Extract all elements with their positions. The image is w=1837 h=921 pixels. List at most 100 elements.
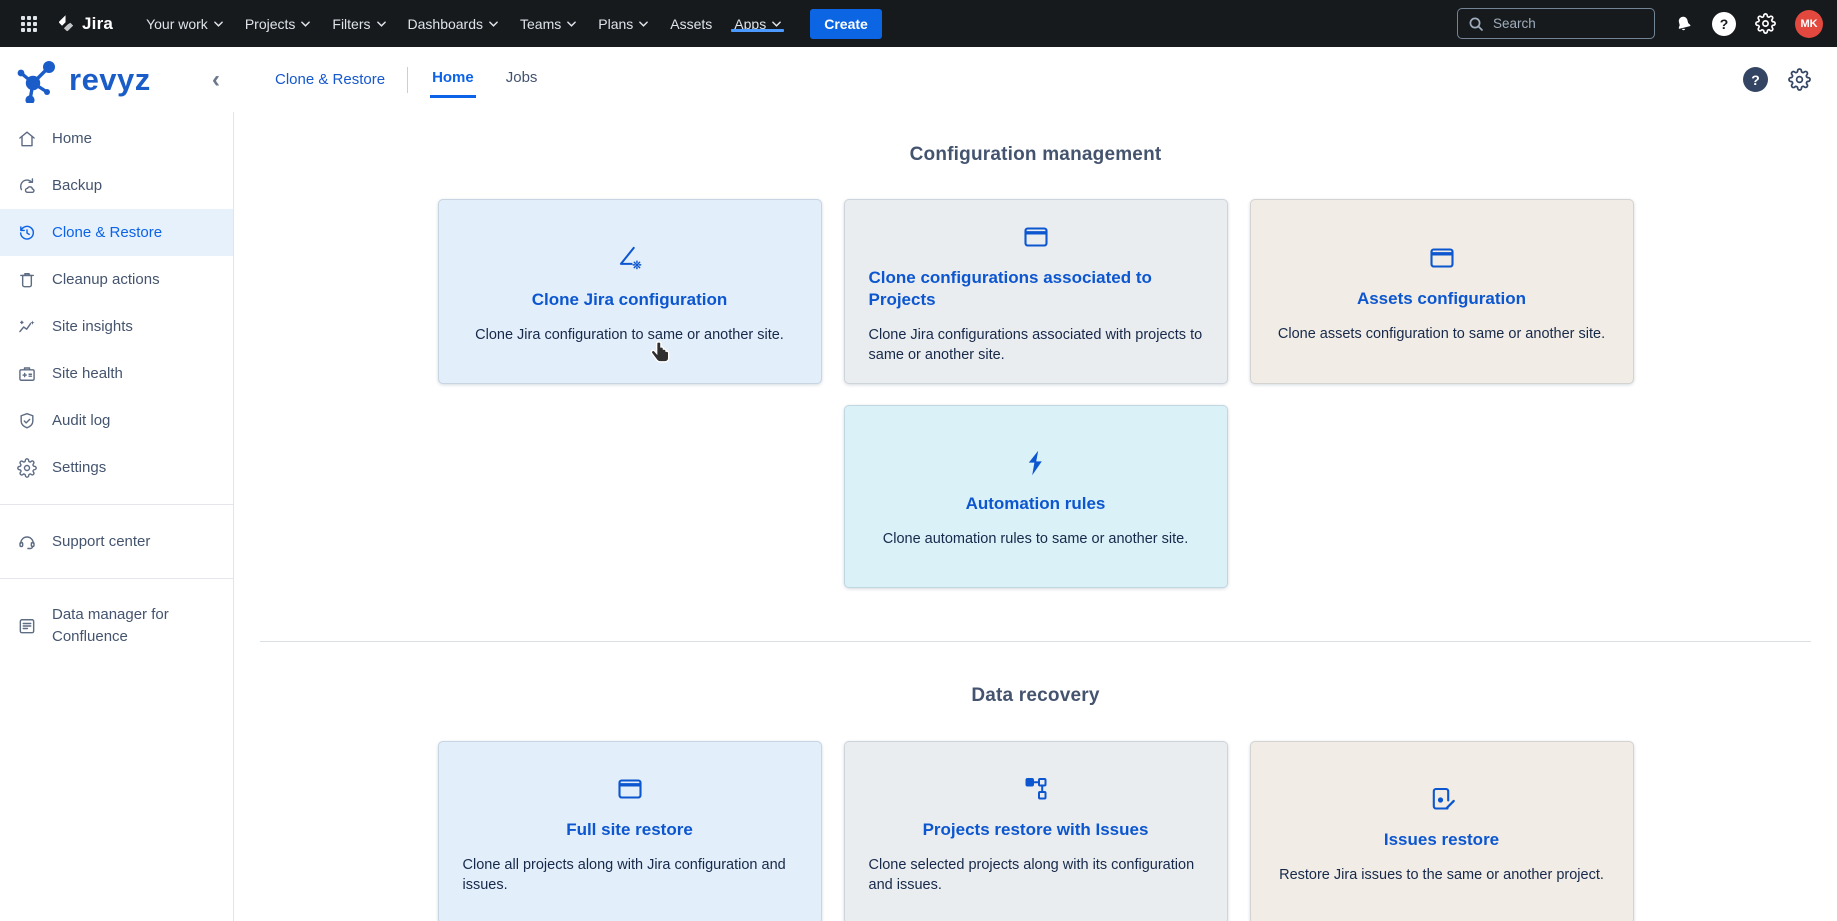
app-switcher-icon[interactable] xyxy=(12,0,46,47)
section-title-configuration: Configuration management xyxy=(234,144,1837,166)
sidebar-item-backup[interactable]: Backup xyxy=(0,162,233,209)
nav-teams[interactable]: Teams xyxy=(509,16,587,32)
sidebar-item-settings[interactable]: Settings xyxy=(0,444,233,491)
health-icon xyxy=(17,364,37,384)
section-title-data-recovery: Data recovery xyxy=(234,685,1837,707)
home-icon xyxy=(17,129,37,149)
browser-window-icon xyxy=(615,774,645,804)
card-title: Clone Jira configuration xyxy=(532,289,728,311)
page: Jira Your work Projects Filters Dashboar… xyxy=(0,0,1837,921)
chevron-down-icon xyxy=(639,21,648,27)
nav-filters[interactable]: Filters xyxy=(321,16,396,32)
sidebar: Home Backup xyxy=(0,112,234,921)
shield-check-icon xyxy=(17,411,37,431)
sidebar-divider xyxy=(0,578,233,579)
card-title: Clone configurations associated to Proje… xyxy=(869,267,1203,312)
chevron-down-icon xyxy=(377,21,386,27)
search-input[interactable] xyxy=(1491,15,1631,32)
tab-home[interactable]: Home xyxy=(430,61,476,98)
nav-dashboards[interactable]: Dashboards xyxy=(397,16,510,32)
chevron-down-icon xyxy=(214,21,223,27)
help-icon[interactable]: ? xyxy=(1743,67,1768,92)
card-title: Full site restore xyxy=(566,819,693,841)
jira-logo[interactable]: Jira xyxy=(50,13,121,34)
card-projects-restore-with-issues[interactable]: Projects restore with Issues Clone selec… xyxy=(844,741,1228,921)
revyz-logo[interactable] xyxy=(16,57,62,103)
sitemap-icon xyxy=(1021,774,1051,804)
sidebar-item-home[interactable]: Home xyxy=(0,115,233,162)
card-title: Automation rules xyxy=(966,493,1106,515)
sidebar-item-site-insights[interactable]: Site insights xyxy=(0,303,233,350)
chevron-down-icon xyxy=(301,21,310,27)
notifications-icon[interactable] xyxy=(1674,14,1693,34)
card-issues-restore[interactable]: Issues restore Restore Jira issues to th… xyxy=(1250,741,1634,921)
article-icon xyxy=(17,616,37,636)
tab-jobs[interactable]: Jobs xyxy=(504,61,540,98)
breadcrumb-divider xyxy=(407,67,408,93)
card-title: Issues restore xyxy=(1384,829,1499,851)
card-clone-configurations-projects[interactable]: Clone configurations associated to Proje… xyxy=(844,199,1228,384)
breadcrumb[interactable]: Clone & Restore xyxy=(275,71,385,88)
card-description: Restore Jira issues to the same or anoth… xyxy=(1279,865,1604,885)
brand-name: revyz xyxy=(69,62,151,98)
settings-icon[interactable] xyxy=(1788,68,1811,91)
sidebar-item-cleanup-actions[interactable]: Cleanup actions xyxy=(0,256,233,303)
settings-icon[interactable] xyxy=(1755,13,1776,34)
create-button[interactable]: Create xyxy=(810,9,882,39)
app-header: revyz ‹ Clone & Restore Home Jobs ? xyxy=(0,47,1837,112)
sidebar-item-clone-restore[interactable]: Clone & Restore xyxy=(0,209,233,256)
sidebar-item-audit-log[interactable]: Audit log xyxy=(0,397,233,444)
headset-icon xyxy=(17,532,37,552)
nav-apps[interactable]: Apps xyxy=(723,16,792,32)
nav-assets[interactable]: Assets xyxy=(659,16,723,32)
sidebar-item-support-center[interactable]: Support center xyxy=(0,518,233,565)
product-name: Jira xyxy=(82,14,113,34)
section-divider xyxy=(260,641,1811,642)
card-description: Clone automation rules to same or anothe… xyxy=(883,529,1188,549)
sidebar-divider xyxy=(0,504,233,505)
card-description: Clone selected projects along with its c… xyxy=(869,855,1203,895)
browser-window-icon xyxy=(1021,222,1051,252)
revyz-brand: revyz ‹ xyxy=(0,47,234,112)
browser-window-icon xyxy=(1427,243,1457,273)
help-icon[interactable]: ? xyxy=(1712,12,1736,36)
trash-icon xyxy=(17,270,37,290)
card-automation-rules[interactable]: Automation rules Clone automation rules … xyxy=(844,405,1228,588)
nav-plans[interactable]: Plans xyxy=(587,16,659,32)
card-title: Projects restore with Issues xyxy=(923,819,1149,841)
insights-icon xyxy=(17,317,37,337)
main-content: Configuration management Clone Jira conf… xyxy=(234,112,1837,921)
card-title: Assets configuration xyxy=(1357,288,1526,310)
nav-your-work[interactable]: Your work xyxy=(135,16,234,32)
jira-mark-icon xyxy=(54,13,75,34)
sidebar-item-data-manager-confluence[interactable]: Data manager for Confluence xyxy=(0,592,233,660)
global-search[interactable] xyxy=(1457,8,1655,39)
card-description: Clone Jira configurations associated wit… xyxy=(869,325,1203,365)
tabs-area: Clone & Restore Home Jobs xyxy=(234,47,567,112)
avatar[interactable]: MK xyxy=(1795,10,1823,38)
nav-projects[interactable]: Projects xyxy=(234,16,322,32)
card-description: Clone assets configuration to same or an… xyxy=(1278,324,1605,344)
topbar-left: Jira Your work Projects Filters Dashboar… xyxy=(12,0,882,47)
backup-icon xyxy=(17,176,37,196)
clone-restore-icon xyxy=(17,223,37,243)
collapse-sidebar-icon[interactable]: ‹ xyxy=(208,68,224,92)
sidebar-item-site-health[interactable]: Site health xyxy=(0,350,233,397)
jira-topbar: Jira Your work Projects Filters Dashboar… xyxy=(0,0,1837,47)
chevron-down-icon xyxy=(772,21,781,27)
issue-edit-icon xyxy=(1427,784,1457,814)
card-full-site-restore[interactable]: Full site restore Clone all projects alo… xyxy=(438,741,822,921)
topbar-nav: Your work Projects Filters Dashboards Te… xyxy=(135,16,792,32)
lightning-icon xyxy=(1021,448,1051,478)
gear-icon xyxy=(17,458,37,478)
app-header-actions: ? xyxy=(1743,47,1837,112)
chevron-down-icon xyxy=(489,21,498,27)
data-recovery-cards: Full site restore Clone all projects alo… xyxy=(234,741,1837,921)
card-assets-configuration[interactable]: Assets configuration Clone assets config… xyxy=(1250,199,1634,384)
card-clone-jira-configuration[interactable]: Clone Jira configuration Clone Jira conf… xyxy=(438,199,822,384)
card-description: Clone all projects along with Jira confi… xyxy=(463,855,797,895)
card-description: Clone Jira configuration to same or anot… xyxy=(475,325,784,345)
chevron-down-icon xyxy=(567,21,576,27)
design-gear-icon xyxy=(614,242,646,274)
configuration-cards: Clone Jira configuration Clone Jira conf… xyxy=(234,199,1837,588)
